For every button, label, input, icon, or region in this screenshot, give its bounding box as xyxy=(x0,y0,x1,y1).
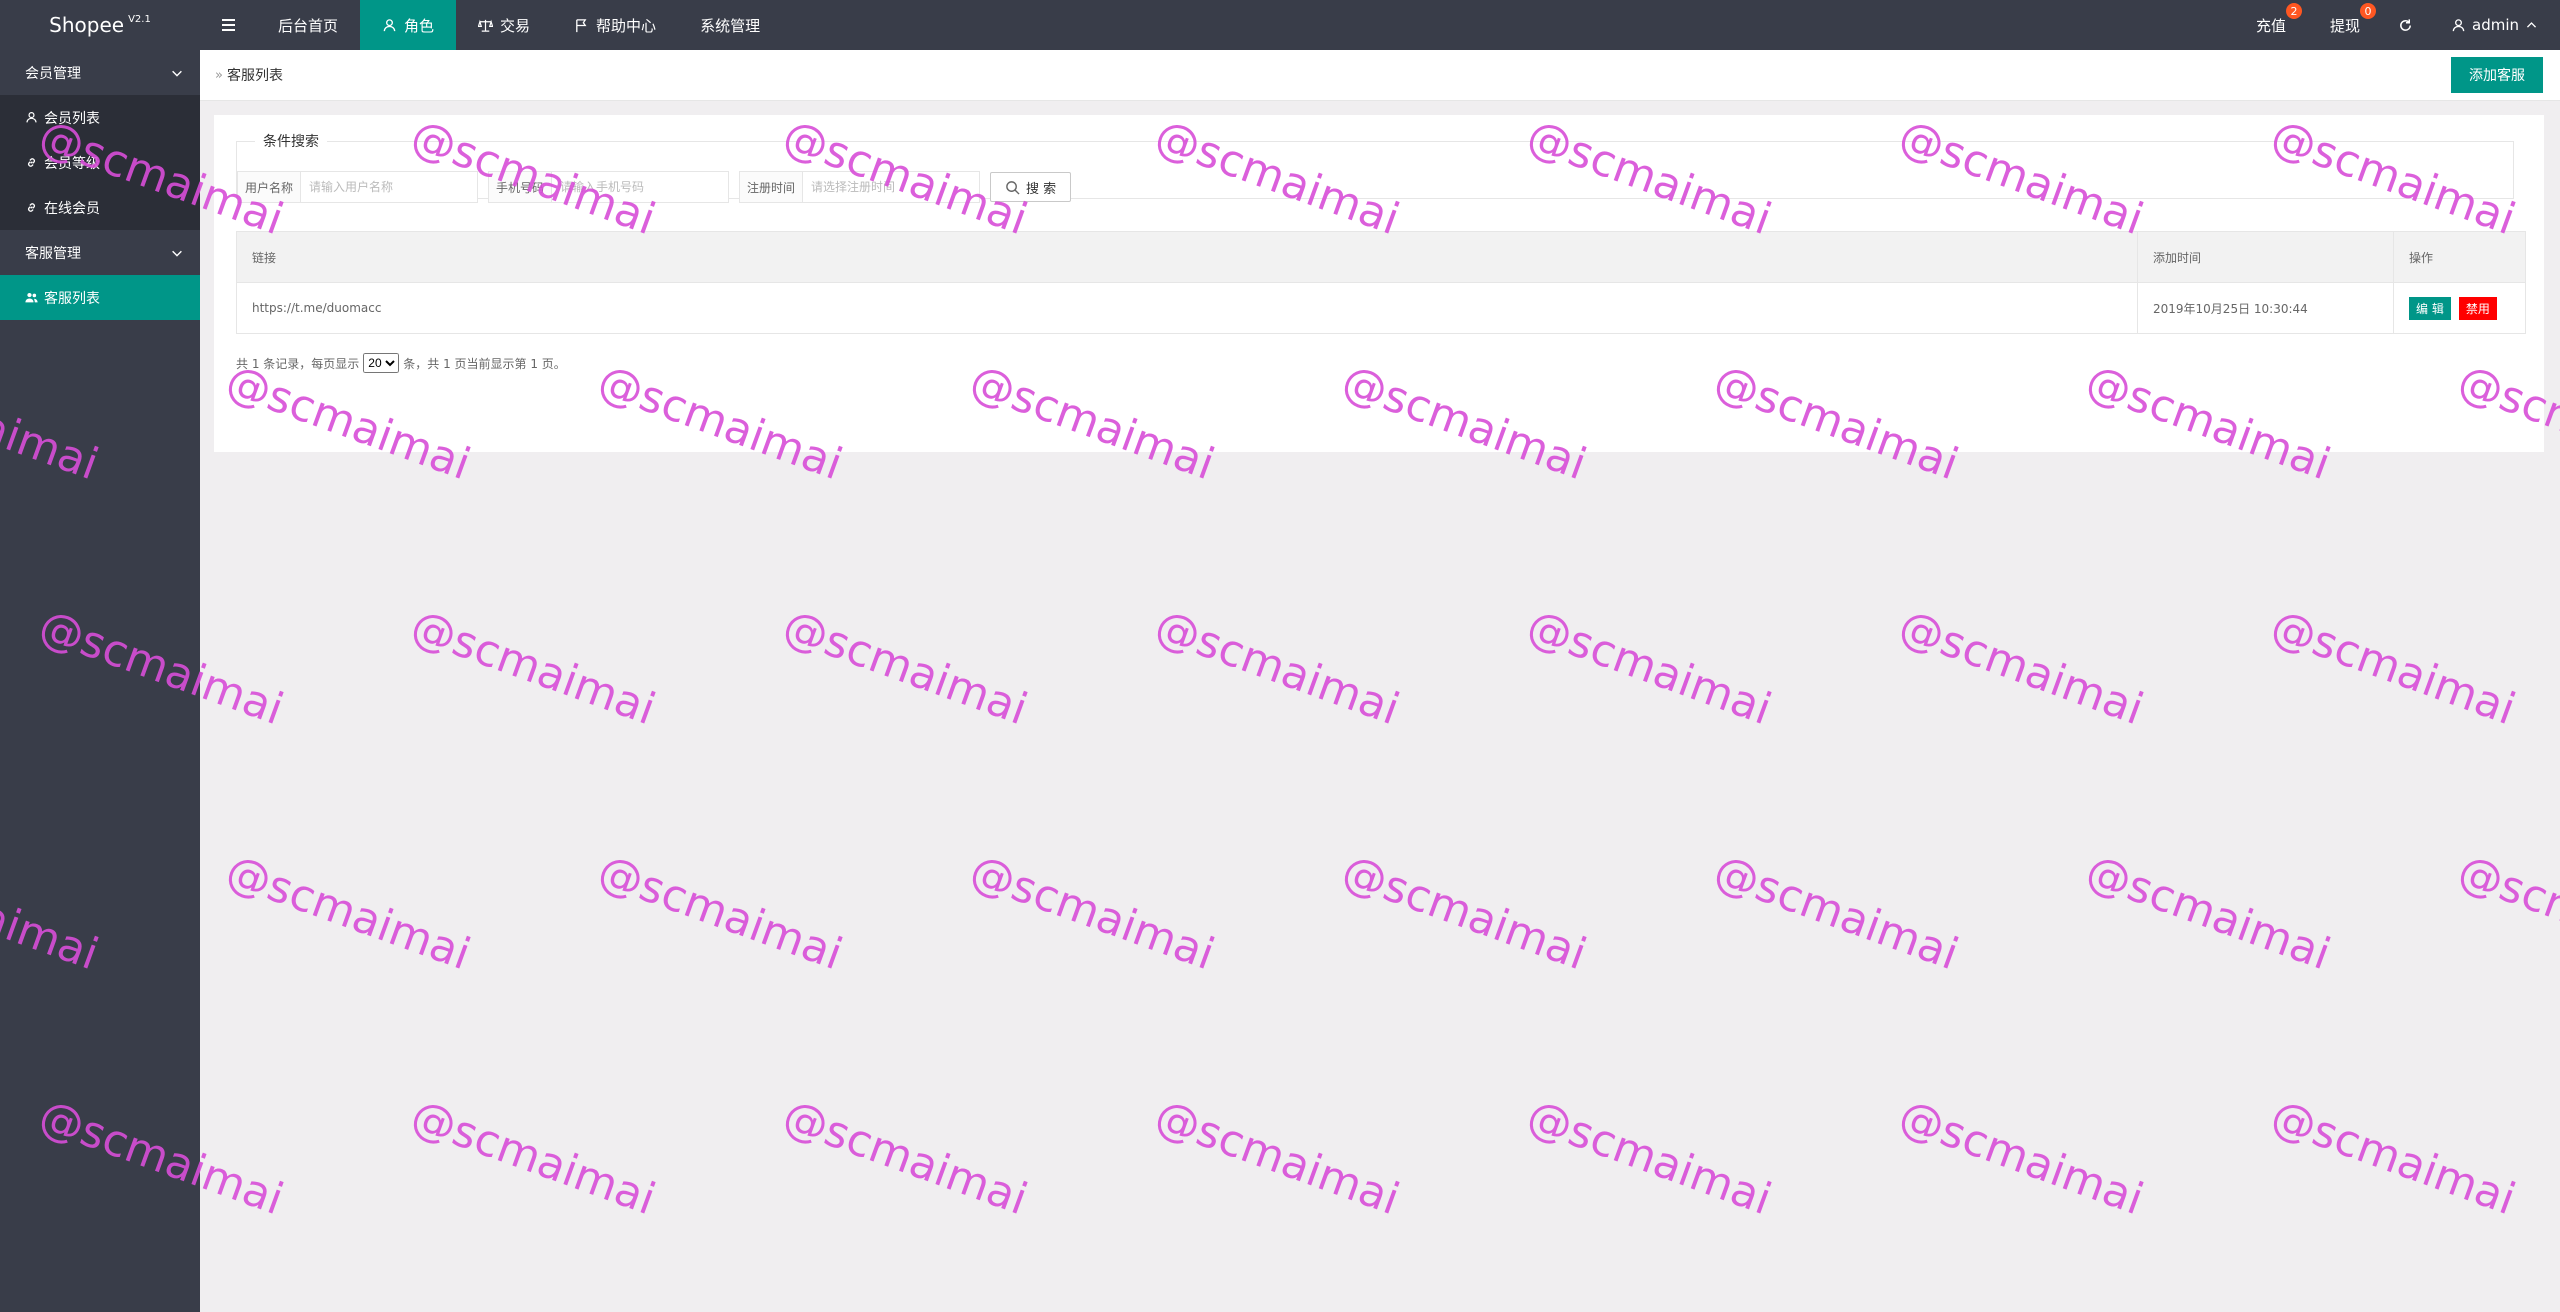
withdraw-label: 提现 xyxy=(2329,16,2360,35)
main-content: » 客服列表 添加客服 条件搜索 用户名称 手机号码 注册时间 xyxy=(200,50,2560,1312)
search-legend: 条件搜索 xyxy=(263,134,319,150)
hamburger-icon xyxy=(221,24,235,26)
nav-label: 后台首页 xyxy=(278,16,339,35)
top-right-menu: 充值 2 提现 0 admin xyxy=(2234,0,2560,50)
page-size-select[interactable]: 20 xyxy=(363,353,400,373)
sidebar-item-label: 在线会员 xyxy=(44,200,100,217)
sidebar-item-service-list[interactable]: 客服列表 xyxy=(0,275,200,320)
refresh-icon xyxy=(2400,18,2411,31)
pager-prefix: 共 1 条记录，每页显示 xyxy=(236,356,360,371)
username-input[interactable] xyxy=(301,172,477,202)
chevron-down-icon xyxy=(172,70,182,77)
search-button[interactable]: 搜 索 xyxy=(990,172,1072,202)
scale-icon xyxy=(478,19,494,32)
sidebar-item-member-level[interactable]: 会员等级 xyxy=(0,140,200,185)
breadcrumb: » 客服列表 xyxy=(215,50,283,100)
edit-button[interactable]: 编 辑 xyxy=(2409,296,2451,320)
breadcrumb-arrow-icon: » xyxy=(215,67,223,83)
sidebar-item-label: 会员列表 xyxy=(44,110,100,127)
column-header-time: 添加时间 xyxy=(2137,231,2394,283)
menu-toggle-button[interactable] xyxy=(200,0,256,50)
phone-field: 手机号码 xyxy=(488,171,729,203)
breadcrumb-current: 客服列表 xyxy=(226,68,283,84)
recharge-label: 充值 xyxy=(2255,16,2286,35)
sidebar-group-label: 客服管理 xyxy=(25,245,81,262)
withdraw-button[interactable]: 提现 0 xyxy=(2308,0,2382,50)
top-bar: ShopeeV2.1 后台首页 角色 交易 帮助中心 系统管理 充值 2 提现 xyxy=(0,0,2560,50)
search-icon xyxy=(1006,180,1020,195)
nav-item-trade[interactable]: 交易 xyxy=(456,0,552,50)
service-table: 链接 添加时间 操作 https://t.me/duomacc 2019年10月… xyxy=(236,231,2526,334)
link-icon xyxy=(28,203,35,212)
nav-item-help[interactable]: 帮助中心 xyxy=(552,0,678,50)
phone-label: 手机号码 xyxy=(489,172,552,202)
sidebar-item-member-list[interactable]: 会员列表 xyxy=(0,95,200,140)
add-service-button[interactable]: 添加客服 xyxy=(2451,57,2543,93)
refresh-button[interactable] xyxy=(2382,0,2429,50)
search-button-label: 搜 索 xyxy=(1026,181,1057,197)
nav-label: 交易 xyxy=(500,16,531,35)
app-version: V2.1 xyxy=(128,13,151,25)
phone-input[interactable] xyxy=(552,172,728,202)
nav-label: 系统管理 xyxy=(700,16,761,35)
link-icon xyxy=(28,158,35,167)
user-icon xyxy=(26,112,37,123)
nav-item-system[interactable]: 系统管理 xyxy=(678,0,782,50)
cell-ops: 编 辑禁用 xyxy=(2393,282,2526,334)
content-panel: 条件搜索 用户名称 手机号码 注册时间 搜 索 xyxy=(214,115,2544,452)
sidebar-group-service[interactable]: 客服管理 xyxy=(0,230,200,275)
flag-icon xyxy=(576,18,587,32)
regtime-field: 注册时间 xyxy=(739,171,980,203)
cell-time: 2019年10月25日 10:30:44 xyxy=(2137,282,2394,334)
username: admin xyxy=(2472,16,2519,34)
cell-link: https://t.me/duomacc xyxy=(236,282,2138,334)
pager-suffix: 条，共 1 页当前显示第 1 页。 xyxy=(403,356,566,371)
search-row: 用户名称 手机号码 注册时间 搜 索 xyxy=(237,171,1072,203)
regtime-label: 注册时间 xyxy=(740,172,803,202)
sidebar: 会员管理 会员列表 会员等级 在线会员 客服管理 客服列表 xyxy=(0,50,200,1312)
column-header-link: 链接 xyxy=(236,231,2138,283)
table-header-row: 链接 添加时间 操作 xyxy=(236,231,2526,283)
app-logo[interactable]: Shopee V2.1 xyxy=(0,0,200,50)
username-field: 用户名称 xyxy=(237,171,478,203)
sidebar-submenu-members: 会员列表 会员等级 在线会员 xyxy=(0,95,200,230)
nav-item-role[interactable]: 角色 xyxy=(360,0,457,50)
sidebar-group-members[interactable]: 会员管理 xyxy=(0,50,200,95)
recharge-badge: 2 xyxy=(2285,3,2302,19)
sidebar-item-label: 会员等级 xyxy=(44,155,100,172)
sidebar-group-label: 会员管理 xyxy=(25,65,81,82)
sidebar-submenu-service: 客服列表 xyxy=(0,275,200,320)
nav-item-home[interactable]: 后台首页 xyxy=(256,0,360,50)
ban-button[interactable]: 禁用 xyxy=(2458,296,2497,320)
user-icon xyxy=(2452,18,2465,31)
regtime-input[interactable] xyxy=(803,172,979,202)
sidebar-item-label: 客服列表 xyxy=(44,290,100,307)
user-icon xyxy=(383,18,396,31)
chevron-up-icon xyxy=(2526,21,2537,28)
table-row: https://t.me/duomacc 2019年10月25日 10:30:4… xyxy=(236,282,2526,334)
username-label: 用户名称 xyxy=(238,172,301,202)
chevron-down-icon xyxy=(172,250,182,257)
breadcrumb-bar: » 客服列表 添加客服 xyxy=(200,50,2560,101)
column-header-ops: 操作 xyxy=(2393,231,2526,283)
search-fieldset: 条件搜索 用户名称 手机号码 注册时间 搜 索 xyxy=(236,131,2514,203)
top-nav: 后台首页 角色 交易 帮助中心 系统管理 xyxy=(256,0,782,50)
nav-label: 角色 xyxy=(404,16,435,35)
nav-label: 帮助中心 xyxy=(596,16,657,35)
withdraw-badge: 0 xyxy=(2360,3,2376,19)
app-name: Shopee xyxy=(49,13,125,37)
recharge-button[interactable]: 充值 2 xyxy=(2234,0,2308,50)
pagination-info: 共 1 条记录，每页显示 20 条，共 1 页当前显示第 1 页。 xyxy=(236,353,566,373)
users-icon xyxy=(25,292,38,303)
sidebar-item-online-members[interactable]: 在线会员 xyxy=(0,185,200,230)
user-menu[interactable]: admin xyxy=(2429,0,2560,50)
